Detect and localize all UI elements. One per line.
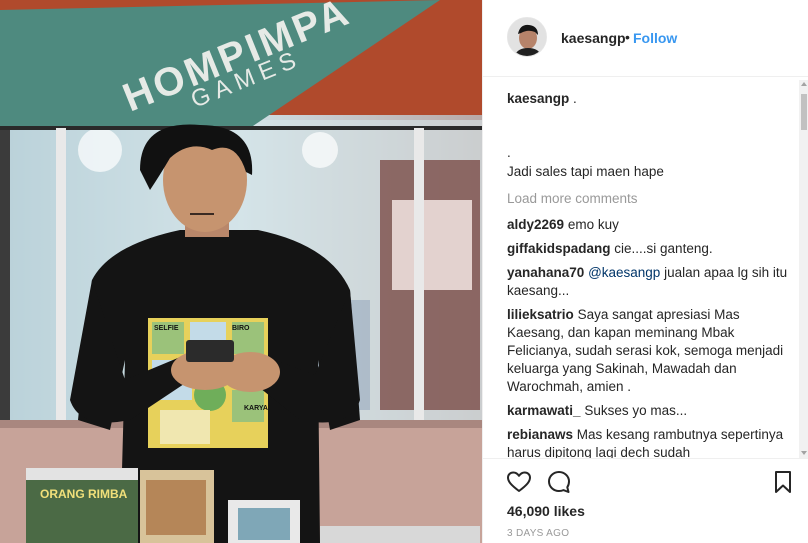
comment-item: rebianaws Mas kesang rambutnya sepertiny… — [507, 426, 793, 458]
caption-text-line3: Jadi sales tapi maen hape — [507, 164, 664, 179]
comment-item: aldy2269 emo kuy — [507, 216, 793, 234]
bookmark-icon — [775, 471, 791, 493]
shirt-word-2: BIRO — [232, 325, 250, 332]
caption-text-line2: . — [507, 145, 511, 160]
comment-username[interactable]: rebianaws — [507, 427, 573, 442]
comment-text: Sukses yo mas... — [584, 403, 688, 418]
game-box-title: ORANG RIMBA — [40, 487, 128, 501]
comment-username[interactable]: aldy2269 — [507, 217, 564, 232]
comment-item: lilieksatrio Saya sangat apresiasi Mas K… — [507, 306, 793, 396]
comment-text: cie....si ganteng. — [614, 241, 713, 256]
scroll-thumb[interactable] — [801, 94, 807, 130]
post-actions: 46,090 likes 3 DAYS AGO — [483, 458, 808, 543]
photo-illustration: HOMPIMPA GAMES SELFIE BIRO KARYA ORANG R… — [0, 0, 482, 543]
post-timestamp[interactable]: 3 DAYS AGO — [507, 528, 569, 539]
post-header: kaesangp • Follow — [483, 0, 808, 77]
comment-bubble-icon — [548, 471, 570, 493]
comment-username[interactable]: giffakidspadang — [507, 241, 611, 256]
likes-count[interactable]: 46,090 likes — [507, 503, 585, 519]
caption-username[interactable]: kaesangp — [507, 91, 569, 106]
follow-button[interactable]: Follow — [633, 30, 677, 46]
comment-item: yanahana70 @kaesangp jualan apaa lg sih … — [507, 264, 793, 300]
comment-mention-link[interactable]: @kaesangp — [588, 265, 660, 280]
likes-number: 46,090 — [507, 503, 550, 519]
comment-username[interactable]: yanahana70 — [507, 265, 584, 280]
avatar-image — [508, 18, 546, 56]
heart-icon — [507, 471, 531, 492]
comments-scrollbar[interactable] — [799, 80, 808, 458]
comment-text: emo kuy — [567, 217, 619, 232]
comment-username[interactable]: lilieksatrio — [507, 307, 574, 322]
caption-text-line1: . — [573, 91, 577, 106]
comment-button[interactable] — [545, 468, 573, 496]
caption: kaesangp . . Jadi sales tapi maen hape — [507, 90, 793, 181]
comment-item: giffakidspadang cie....si ganteng. — [507, 240, 793, 258]
post-photo[interactable]: HOMPIMPA GAMES SELFIE BIRO KARYA ORANG R… — [0, 0, 482, 543]
comment-item: karmawati_ Sukses yo mas... — [507, 402, 793, 420]
header-username[interactable]: kaesangp — [561, 30, 626, 46]
likes-label: likes — [553, 503, 585, 519]
scroll-up-arrow-icon[interactable] — [801, 82, 807, 86]
shirt-word-1: SELFIE — [154, 325, 179, 332]
header-separator-dot: • — [625, 29, 630, 45]
avatar[interactable] — [507, 17, 547, 57]
load-more-comments-link[interactable]: Load more comments — [507, 190, 793, 208]
like-button[interactable] — [505, 468, 533, 496]
post-side-panel: kaesangp • Follow kaesangp . . Jadi sale… — [482, 0, 808, 543]
comments-list[interactable]: kaesangp . . Jadi sales tapi maen hape L… — [507, 90, 793, 458]
comment-username[interactable]: karmawati_ — [507, 403, 581, 418]
scroll-down-arrow-icon[interactable] — [801, 451, 807, 455]
shirt-word-3: KARYA — [244, 405, 268, 412]
save-button[interactable] — [769, 468, 797, 496]
